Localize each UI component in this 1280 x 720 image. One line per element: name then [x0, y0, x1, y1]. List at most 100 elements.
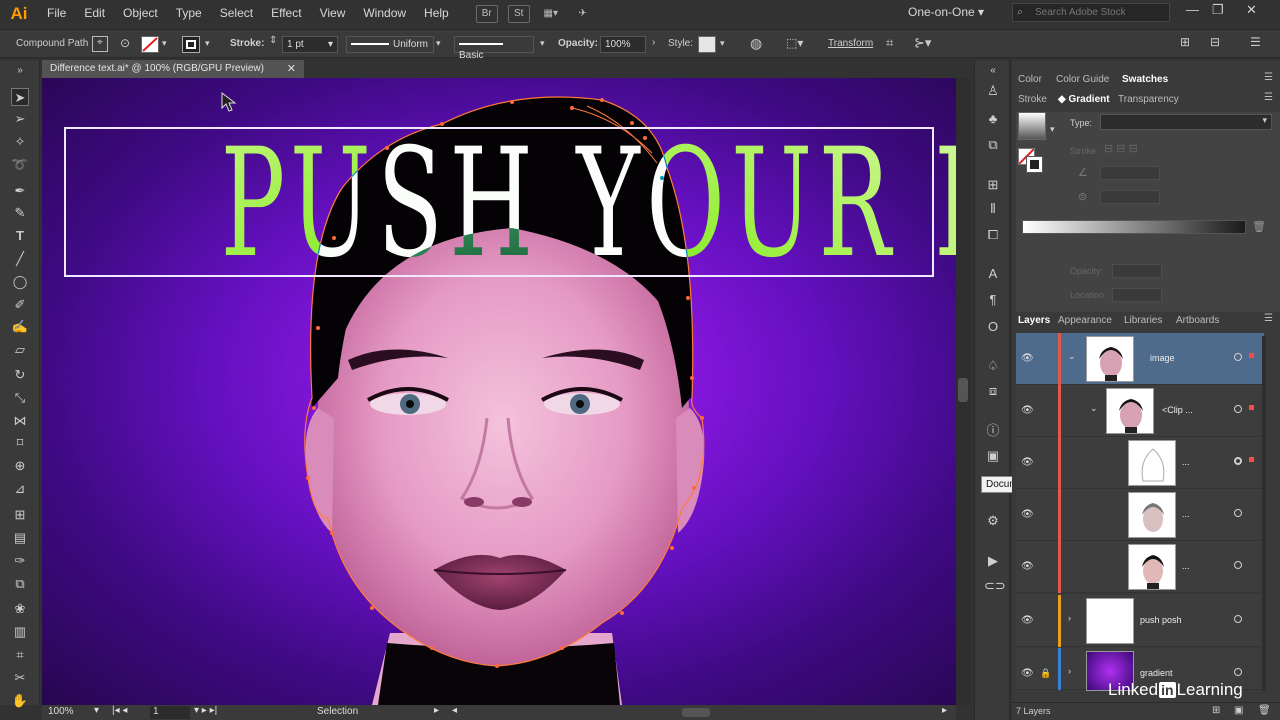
- brushes-icon[interactable]: ⧉: [984, 136, 1002, 154]
- stroke-dropdown-icon[interactable]: ▾: [205, 38, 210, 49]
- new-layer-icon[interactable]: ⊞: [1212, 705, 1220, 716]
- selection-tool-icon[interactable]: ➤: [11, 88, 29, 106]
- strip-collapse-icon[interactable]: «: [984, 62, 1002, 80]
- gradient-slider[interactable]: [1022, 220, 1246, 234]
- new-sublayer-icon[interactable]: ▣: [1234, 705, 1243, 716]
- vertical-scrollbar[interactable]: [956, 78, 970, 705]
- arrange-documents-icon[interactable]: ▦▾: [540, 5, 562, 23]
- selection-indicator[interactable]: [1249, 353, 1254, 358]
- perspective-grid-tool-icon[interactable]: ⊿: [11, 480, 29, 498]
- gradient-preview[interactable]: [1018, 112, 1046, 140]
- tab-libraries[interactable]: Libraries: [1124, 315, 1162, 326]
- tab-color[interactable]: Color: [1018, 74, 1042, 85]
- zoom-level[interactable]: 100%: [48, 706, 74, 717]
- blend-tool-icon[interactable]: ⧉: [11, 575, 29, 593]
- free-transform-tool-icon[interactable]: ⌑: [11, 434, 29, 452]
- stroke-weight-input[interactable]: 1 pt ▾: [282, 36, 338, 53]
- gradient-type-select[interactable]: ▾: [1100, 114, 1272, 130]
- angle-input[interactable]: [1100, 166, 1160, 180]
- headline-text[interactable]: PUSH YOUR POSH: [221, 129, 956, 279]
- menu-file[interactable]: File: [38, 0, 75, 27]
- links-icon[interactable]: ⊂⊃: [984, 577, 1006, 595]
- scale-tool-icon[interactable]: ⤡: [11, 389, 29, 407]
- target-circle-icon[interactable]: [1234, 353, 1242, 361]
- visibility-eye-icon[interactable]: 👁: [1021, 509, 1034, 520]
- gradient-delete-stop-icon[interactable]: 🗑: [1252, 220, 1266, 233]
- appearance-icon[interactable]: ⧈: [984, 382, 1002, 400]
- bridge-button[interactable]: Br: [475, 4, 498, 23]
- gradient-tool-icon[interactable]: ▤: [11, 529, 29, 547]
- align-panel-icon[interactable]: ⫴: [984, 200, 1002, 218]
- layer-row-image[interactable]: 👁 ⌄ image: [1016, 333, 1264, 385]
- gradient-menu-icon[interactable]: ☰: [1264, 92, 1273, 103]
- document-info-icon[interactable]: ▣: [984, 447, 1002, 465]
- tab-transparency[interactable]: Transparency: [1118, 94, 1179, 105]
- zoom-dropdown-icon[interactable]: ▾: [94, 705, 99, 716]
- tab-color-guide[interactable]: Color Guide: [1056, 74, 1109, 85]
- menu-help[interactable]: Help: [415, 0, 458, 27]
- fill-stroke-indicator[interactable]: [1018, 148, 1044, 174]
- panel-menu-icon[interactable]: ☰: [1264, 72, 1273, 83]
- restore-icon[interactable]: ❐: [1212, 2, 1224, 18]
- tab-swatches[interactable]: Swatches: [1122, 74, 1168, 85]
- tab-gradient[interactable]: ◆ Gradient: [1058, 94, 1110, 105]
- tab-artboards[interactable]: Artboards: [1176, 315, 1219, 326]
- target-circle-icon[interactable]: [1234, 561, 1242, 569]
- menu-edit[interactable]: Edit: [75, 0, 114, 27]
- magic-wand-tool-icon[interactable]: ✧: [11, 133, 29, 151]
- selection-indicator[interactable]: [1249, 457, 1254, 462]
- toolbar-collapse-icon[interactable]: »: [11, 62, 29, 80]
- brush-dropdown-icon[interactable]: ▾: [540, 38, 545, 49]
- stroke-swatch[interactable]: [182, 36, 200, 53]
- tab-appearance[interactable]: Appearance: [1058, 315, 1112, 326]
- menu-type[interactable]: Type: [167, 0, 211, 27]
- gradient-preview-dropdown-icon[interactable]: ▾: [1050, 124, 1055, 135]
- lock-icon[interactable]: 🔒: [1040, 668, 1051, 679]
- tab-stroke[interactable]: Stroke: [1018, 94, 1047, 105]
- vertical-scroll-thumb[interactable]: [958, 378, 968, 402]
- arrange-icon[interactable]: ⊞: [1180, 35, 1190, 49]
- pathfinder-icon[interactable]: ⧠: [984, 226, 1002, 244]
- graphic-styles-icon[interactable]: ♤: [984, 357, 1002, 375]
- symbols-icon[interactable]: ♣: [984, 110, 1002, 128]
- layer-row-image-2[interactable]: 👁 ...: [1016, 541, 1264, 593]
- paragraph-icon[interactable]: ¶: [984, 291, 1002, 309]
- gradient-location-input[interactable]: [1112, 288, 1162, 302]
- paintbrush-tool-icon[interactable]: ✐: [11, 296, 29, 314]
- mesh-tool-icon[interactable]: ⊞: [11, 506, 29, 524]
- scroll-left-icon[interactable]: ◂: [452, 705, 457, 716]
- menu-view[interactable]: View: [311, 0, 355, 27]
- hand-tool-icon[interactable]: ✋: [11, 692, 29, 710]
- selection-indicator[interactable]: [1249, 405, 1254, 410]
- pen-tool-icon[interactable]: ✒: [11, 182, 29, 200]
- info-icon[interactable]: ⓘ: [984, 422, 1002, 440]
- transform-box-icon[interactable]: ⌗: [886, 35, 893, 51]
- slice-tool-icon[interactable]: ✂: [11, 669, 29, 687]
- graph-tool-icon[interactable]: ▥: [11, 623, 29, 641]
- target-circle-icon[interactable]: [1234, 457, 1242, 465]
- document-tab[interactable]: Difference text.ai* @ 100% (RGB/GPU Prev…: [42, 60, 304, 78]
- align-icon[interactable]: ⬚▾: [786, 36, 803, 50]
- variable-width-profile[interactable]: Uniform: [346, 36, 434, 53]
- direct-selection-tool-icon[interactable]: ➢: [11, 110, 29, 128]
- layer-row-clip-path[interactable]: 👁 ...: [1016, 437, 1264, 489]
- layer-row-image-1[interactable]: 👁 ...: [1016, 489, 1264, 541]
- delete-layer-icon[interactable]: 🗑: [1258, 705, 1271, 716]
- visibility-eye-icon[interactable]: 👁: [1021, 668, 1034, 679]
- stock-search-input[interactable]: Search Adobe Stock: [1012, 3, 1170, 22]
- menu-window[interactable]: Window: [354, 0, 415, 27]
- fill-dropdown-icon[interactable]: ▾: [162, 38, 167, 49]
- eyedropper-tool-icon[interactable]: ✑: [11, 552, 29, 570]
- expand-chevron-icon[interactable]: ›: [1068, 613, 1071, 623]
- menu-select[interactable]: Select: [211, 0, 262, 27]
- isolate-group-icon[interactable]: ⊱▾: [914, 35, 931, 51]
- aspect-ratio-input[interactable]: [1100, 190, 1160, 204]
- opentype-icon[interactable]: O: [984, 318, 1002, 336]
- target-circle-icon[interactable]: [1234, 509, 1242, 517]
- brush-definition[interactable]: Basic: [454, 36, 534, 61]
- ellipse-tool-icon[interactable]: ◯: [11, 273, 29, 291]
- visibility-eye-icon[interactable]: 👁: [1021, 353, 1034, 364]
- symbol-sprayer-tool-icon[interactable]: ❀: [11, 600, 29, 618]
- style-dropdown-icon[interactable]: ▾: [720, 38, 725, 49]
- layers-menu-icon[interactable]: ☰: [1264, 313, 1273, 324]
